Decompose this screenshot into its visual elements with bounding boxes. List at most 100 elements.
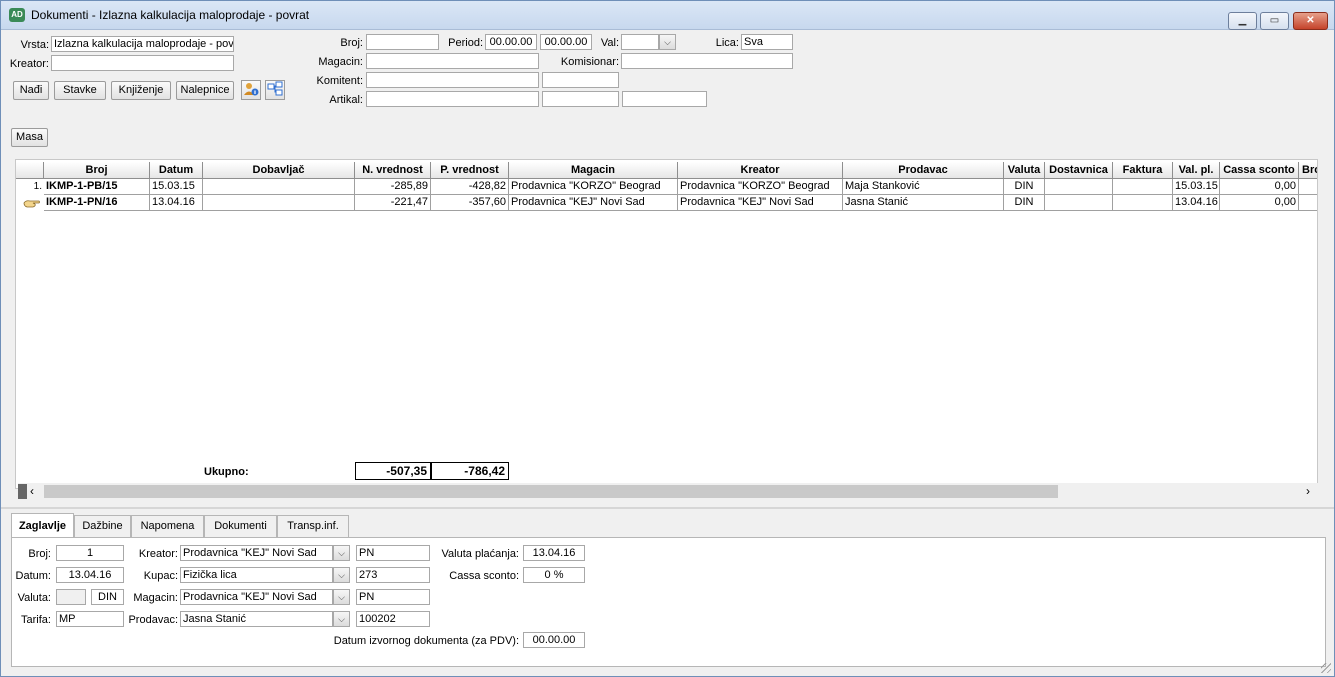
tab-zaglavlje[interactable]: Zaglavlje [11,513,74,538]
cell-cassa-sconto[interactable]: 0,00 [1220,195,1299,211]
minimize-button[interactable]: ▁ [1228,12,1257,30]
maximize-button[interactable]: ▭ [1260,12,1289,30]
tab-transp-inf[interactable]: Transp.inf. [277,515,349,537]
komisionar-field[interactable] [621,53,793,69]
detail-valuta-code[interactable]: DIN [91,589,124,605]
cell-faktura[interactable] [1113,179,1173,195]
detail-kupac-code[interactable]: 273 [356,567,430,583]
artikal-extra-field[interactable] [622,91,707,107]
cell-p-vrednost[interactable]: -357,60 [431,195,509,211]
column-header-faktura[interactable]: Faktura [1113,162,1173,179]
datum-izvornog-field[interactable]: 00.00.00 [523,632,585,648]
magacin-field[interactable] [366,53,539,69]
cell-faktura[interactable] [1113,195,1173,211]
cell-broj[interactable]: IKMP-1-PB/15 [44,179,150,195]
komitent-code-field[interactable] [542,72,619,88]
chevron-down-icon[interactable]: ⌵ [333,589,350,605]
scroll-handle[interactable] [18,484,27,499]
column-header-dostavnica[interactable]: Dostavnica [1045,162,1113,179]
stavke-button[interactable]: Stavke [54,81,106,100]
artikal-field[interactable] [366,91,539,107]
tab-napomena[interactable]: Napomena [131,515,204,537]
table-row[interactable]: IKMP-1-PN/16 13.04.16 -221,47 -357,60 Pr… [16,195,1317,211]
detail-prodavac-select[interactable]: Jasna Stanić [180,611,333,627]
cell-kreator[interactable]: Prodavnica "KEJ" Novi Sad [678,195,843,211]
cell-magacin[interactable]: Prodavnica "KEJ" Novi Sad [509,195,678,211]
documents-grid[interactable]: Broj Datum Dobavljač N. vrednost P. vred… [15,159,1318,489]
column-header-kreator[interactable]: Kreator [678,162,843,179]
chevron-down-icon[interactable]: ⌵ [333,611,350,627]
column-header-broj[interactable]: Broj [44,162,150,179]
column-header-bro[interactable]: Bro [1299,162,1317,179]
scroll-thumb[interactable] [44,485,1058,498]
user-info-icon[interactable] [241,80,261,100]
knjizenje-button[interactable]: Knjiženje [111,81,171,100]
detail-magacin-code[interactable]: PN [356,589,430,605]
cell-dobavljac[interactable] [203,179,355,195]
cell-dostavnica[interactable] [1045,179,1113,195]
title-bar[interactable]: AD Dokumenti - Izlazna kalkulacija malop… [1,1,1334,30]
valuta-placanja-field[interactable]: 13.04.16 [523,545,585,561]
cell-bro[interactable] [1299,195,1317,211]
artikal-code-field[interactable] [542,91,619,107]
chevron-down-icon[interactable]: ⌵ [333,545,350,561]
period-from-field[interactable]: 00.00.00 [485,34,537,50]
cell-broj[interactable]: IKMP-1-PN/16 [44,195,150,211]
cell-datum[interactable]: 15.03.15 [150,179,203,195]
column-header-n-vrednost[interactable]: N. vrednost [355,162,431,179]
column-header-prodavac[interactable]: Prodavac [843,162,1004,179]
column-header-dobavljac[interactable]: Dobavljač [203,162,355,179]
tab-dokumenti[interactable]: Dokumenti [204,515,277,537]
close-button[interactable]: ✕ [1293,12,1328,30]
cell-prodavac[interactable]: Maja Stanković [843,179,1004,195]
column-header-cassa-sconto[interactable]: Cassa sconto [1220,162,1299,179]
cell-prodavac[interactable]: Jasna Stanić [843,195,1004,211]
cassa-sconto-field[interactable]: 0 % [523,567,585,583]
scroll-right-icon[interactable]: › [1306,483,1310,500]
tab-dazbine[interactable]: Dažbine [74,515,131,537]
chevron-down-icon[interactable]: ⌵ [333,567,350,583]
detail-kreator-select[interactable]: Prodavnica "KEJ" Novi Sad [180,545,333,561]
cell-valuta[interactable]: DIN [1004,195,1045,211]
cell-magacin[interactable]: Prodavnica "KORZO" Beograd [509,179,678,195]
scroll-left-icon[interactable]: ‹ [30,483,34,500]
structure-icon[interactable] [265,80,285,100]
cell-cassa-sconto[interactable]: 0,00 [1220,179,1299,195]
detail-kreator-code[interactable]: PN [356,545,430,561]
nadji-button[interactable]: Nađi [13,81,49,100]
cell-kreator[interactable]: Prodavnica "KORZO" Beograd [678,179,843,195]
cell-bro[interactable] [1299,179,1317,195]
lica-field[interactable]: Sva [741,34,793,50]
cell-dobavljac[interactable] [203,195,355,211]
detail-kupac-select[interactable]: Fizička lica [180,567,333,583]
column-header-datum[interactable]: Datum [150,162,203,179]
nalepnice-button[interactable]: Nalepnice [176,81,234,100]
column-header-magacin[interactable]: Magacin [509,162,678,179]
detail-broj-field[interactable]: 1 [56,545,124,561]
broj-field[interactable] [366,34,439,50]
resize-grip[interactable] [1321,663,1331,673]
detail-magacin-select[interactable]: Prodavnica "KEJ" Novi Sad [180,589,333,605]
cell-n-vrednost[interactable]: -285,89 [355,179,431,195]
cell-n-vrednost[interactable]: -221,47 [355,195,431,211]
column-header-valuta[interactable]: Valuta [1004,162,1045,179]
detail-valuta-field[interactable] [56,589,86,605]
horizontal-scrollbar[interactable]: ‹ › [18,483,1318,500]
cell-val-pl[interactable]: 13.04.16 [1173,195,1220,211]
komitent-field[interactable] [366,72,539,88]
detail-tarifa-field[interactable]: MP [56,611,124,627]
cell-p-vrednost[interactable]: -428,82 [431,179,509,195]
column-header-val-pl[interactable]: Val. pl. [1173,162,1220,179]
cell-val-pl[interactable]: 15.03.15 [1173,179,1220,195]
detail-prodavac-code[interactable]: 100202 [356,611,430,627]
cell-datum[interactable]: 13.04.16 [150,195,203,211]
detail-datum-field[interactable]: 13.04.16 [56,567,124,583]
vrsta-field[interactable]: Izlazna kalkulacija maloprodaje - povrat [51,36,234,52]
table-row[interactable]: 1. IKMP-1-PB/15 15.03.15 -285,89 -428,82… [16,179,1317,195]
chevron-down-icon[interactable]: ⌵ [659,34,676,50]
cell-valuta[interactable]: DIN [1004,179,1045,195]
val-select[interactable] [621,34,659,50]
column-header-p-vrednost[interactable]: P. vrednost [431,162,509,179]
period-to-field[interactable]: 00.00.00 [540,34,592,50]
masa-button[interactable]: Masa [11,128,48,147]
